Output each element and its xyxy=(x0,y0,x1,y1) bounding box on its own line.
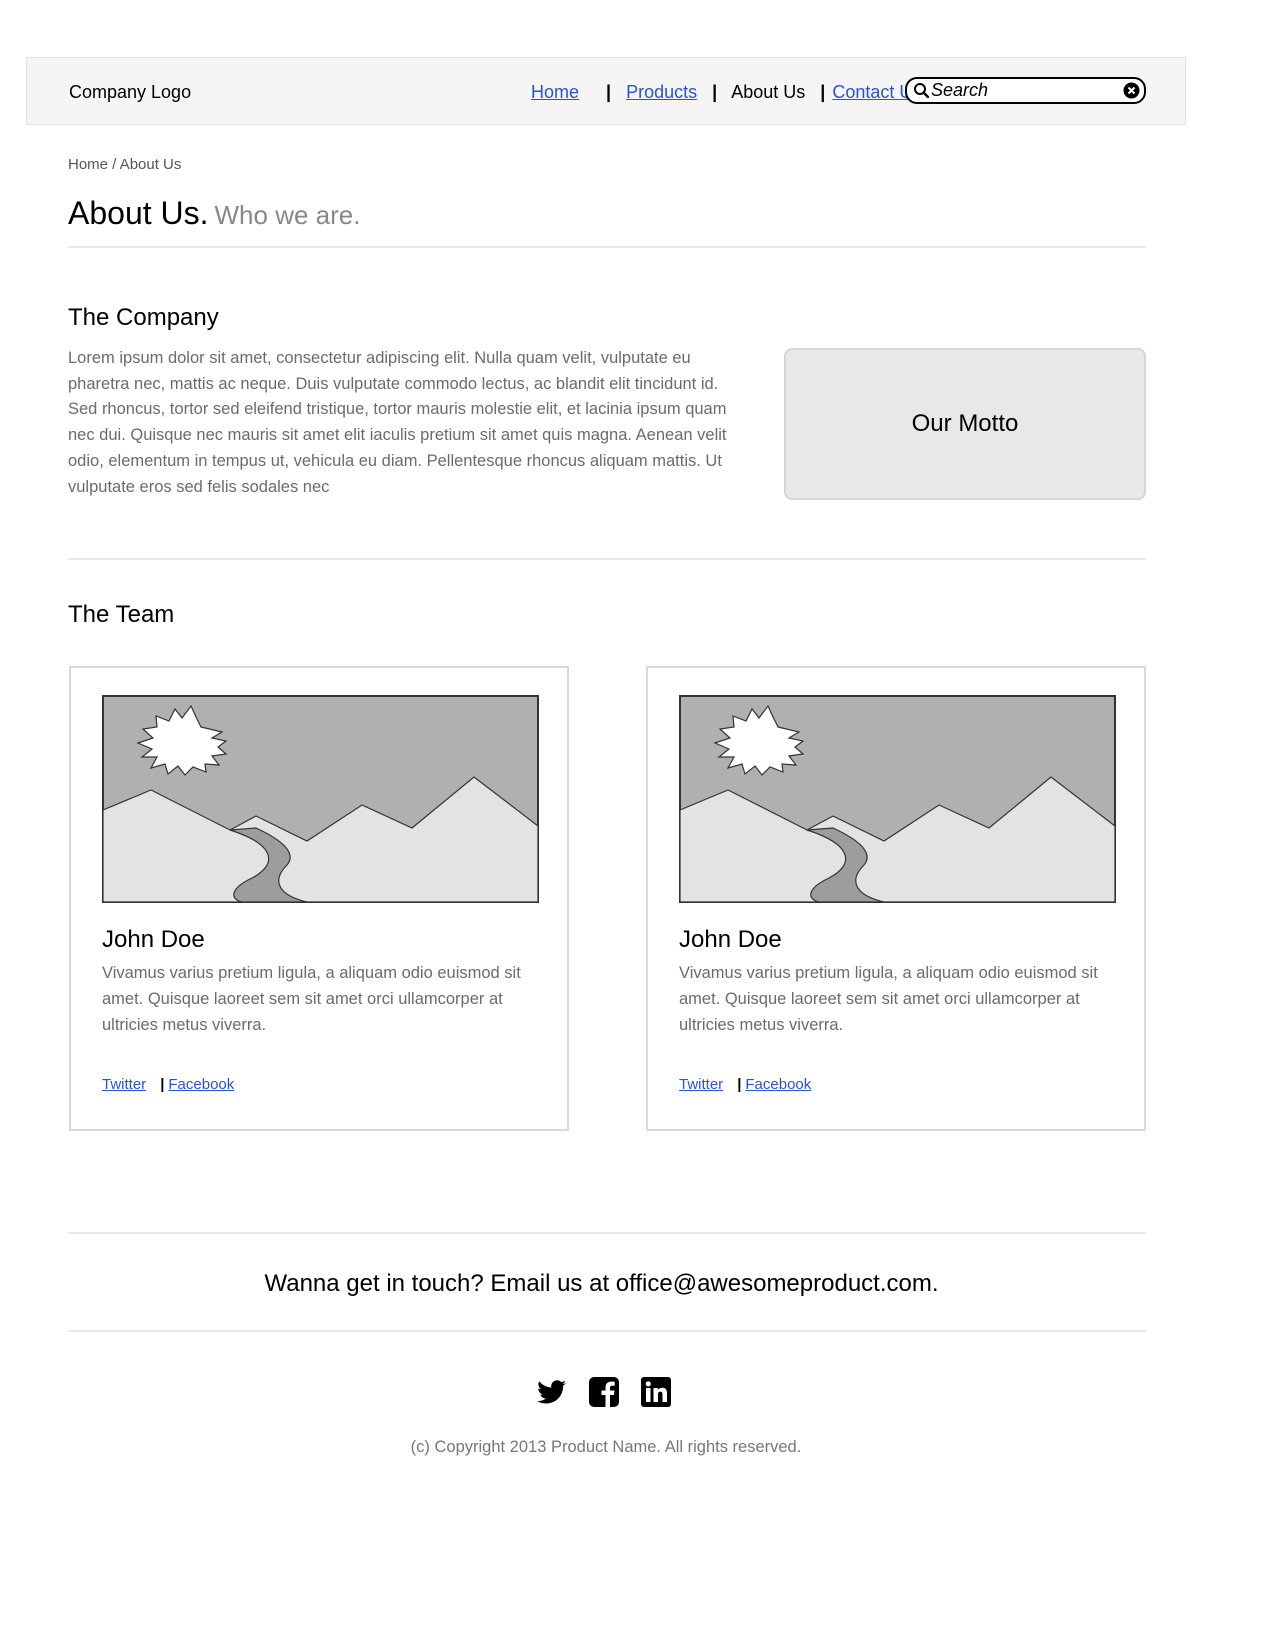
search-input[interactable] xyxy=(931,80,1116,101)
team-heading: The Team xyxy=(68,601,175,628)
site-header: Company Logo Home | Products | About Us … xyxy=(26,57,1186,125)
twitter-link[interactable]: Twitter xyxy=(679,1076,723,1093)
divider xyxy=(68,1232,1146,1234)
divider xyxy=(68,246,1146,248)
image-placeholder-icon xyxy=(679,695,1116,903)
nav-separator: | xyxy=(606,82,612,102)
motto-text: Our Motto xyxy=(911,410,1019,437)
twitter-link[interactable]: Twitter xyxy=(102,1076,146,1093)
nav-about-us-current[interactable]: About Us xyxy=(731,82,805,102)
page-subtitle: Who we are. xyxy=(214,200,361,230)
page-title: About Us. Who we are. xyxy=(68,195,360,232)
divider xyxy=(68,1330,1146,1332)
main-nav: Home | Products | About Us | Contact Us xyxy=(531,82,921,103)
facebook-link[interactable]: Facebook xyxy=(745,1076,811,1093)
divider xyxy=(68,558,1146,560)
breadcrumb: Home / About Us xyxy=(68,156,182,173)
linkedin-icon[interactable] xyxy=(641,1377,671,1407)
clear-icon[interactable] xyxy=(1123,82,1140,99)
member-name: John Doe xyxy=(679,926,782,953)
team-member-card: John Doe Vivamus varius pretium ligula, … xyxy=(69,666,569,1131)
nav-home-link[interactable]: Home xyxy=(531,82,579,102)
image-placeholder-icon xyxy=(102,695,539,903)
link-separator: | xyxy=(737,1076,742,1093)
nav-products-link[interactable]: Products xyxy=(626,82,697,102)
search-box[interactable] xyxy=(905,77,1146,104)
facebook-icon[interactable] xyxy=(589,1377,619,1407)
team-member-card: John Doe Vivamus varius pretium ligula, … xyxy=(646,666,1146,1131)
company-description: Lorem ipsum dolor sit amet, consectetur … xyxy=(68,349,727,496)
company-logo[interactable]: Company Logo xyxy=(69,82,191,103)
copyright-text: (c) Copyright 2013 Product Name. All rig… xyxy=(410,1438,802,1456)
member-bio: Vivamus varius pretium ligula, a aliquam… xyxy=(102,964,521,1034)
footer-social-icons xyxy=(537,1377,671,1407)
member-bio: Vivamus varius pretium ligula, a aliquam… xyxy=(679,964,1098,1034)
contact-message: Wanna get in touch? Email us at office@a… xyxy=(264,1270,939,1297)
nav-separator: | xyxy=(820,82,826,102)
search-icon xyxy=(914,83,929,98)
page-title-text: About Us. xyxy=(68,195,209,231)
twitter-icon[interactable] xyxy=(537,1380,567,1404)
member-name: John Doe xyxy=(102,926,205,953)
link-separator: | xyxy=(160,1076,165,1093)
facebook-link[interactable]: Facebook xyxy=(168,1076,234,1093)
member-social-links: Twitter | Facebook xyxy=(679,1076,811,1093)
company-heading: The Company xyxy=(68,304,219,331)
nav-separator: | xyxy=(712,82,718,102)
motto-box: Our Motto xyxy=(784,348,1146,500)
member-social-links: Twitter | Facebook xyxy=(102,1076,234,1093)
